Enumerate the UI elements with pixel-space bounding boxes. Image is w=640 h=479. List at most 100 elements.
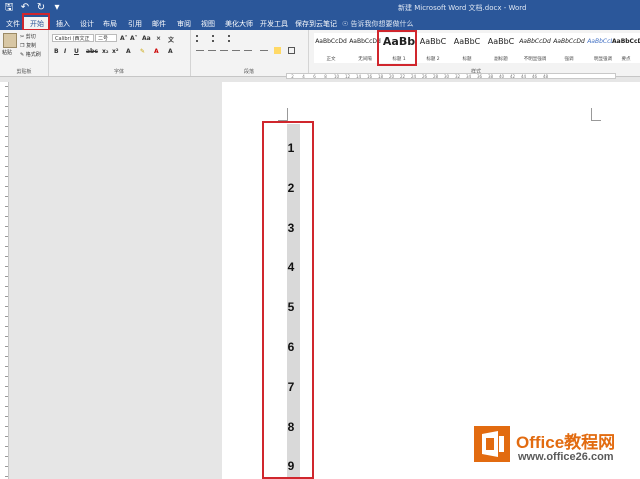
ruler-tick: 2 <box>291 74 294 79</box>
style-heading-2[interactable]: AaBbC 标题 2 <box>416 33 450 63</box>
style-subtitle[interactable]: AaBbC 副标题 <box>484 33 518 63</box>
phonetic-icon[interactable]: 文 <box>168 35 174 44</box>
style-title[interactable]: AaBbC 标题 <box>450 33 484 63</box>
ruler-mark <box>5 156 8 157</box>
ruler-tick: 14 <box>355 74 362 79</box>
style-sample: AaBbCcDd <box>315 38 347 45</box>
ruler-mark <box>5 286 8 287</box>
style-sample: AaBbCcDd <box>612 38 640 45</box>
shading-icon[interactable] <box>274 47 281 54</box>
ruler-mark <box>5 426 8 427</box>
clipboard-group-label: 剪贴板 <box>16 69 32 75</box>
cut-label: 剪切 <box>25 34 36 40</box>
tell-me-search[interactable]: ☉ 告诉我你想要做什么 <box>342 19 414 29</box>
align-center-icon[interactable] <box>208 50 216 51</box>
ruler-tick: 40 <box>498 74 505 79</box>
ruler-mark <box>5 296 8 297</box>
ruler-mark <box>5 256 8 257</box>
tab-insert[interactable]: 插入 <box>56 19 70 29</box>
title-bar: 🖫 ↶ ↻ ▾ 新建 Microsoft Word 文档.docx - Word <box>0 0 640 16</box>
tab-design[interactable]: 设计 <box>80 19 94 29</box>
text-effects-icon[interactable]: A <box>126 48 131 55</box>
underline-icon[interactable]: U <box>74 48 79 55</box>
ruler-mark <box>5 206 8 207</box>
tab-save-cloud[interactable]: 保存到云笔记 <box>295 19 337 29</box>
tab-references[interactable]: 引用 <box>128 19 142 29</box>
italic-icon[interactable]: I <box>64 48 66 55</box>
style-sample: AaBbC <box>487 37 515 46</box>
style-normal[interactable]: AaBbCcDd 正文 <box>314 33 348 63</box>
ruler-mark <box>5 326 8 327</box>
ruler-mark <box>5 356 8 357</box>
ruler-mark <box>5 416 8 417</box>
ruler-mark <box>5 446 8 447</box>
ruler-tick: 28 <box>432 74 439 79</box>
align-left-icon[interactable] <box>196 50 204 51</box>
copy-button[interactable]: ❐ 复制 <box>20 42 36 49</box>
customize-qat-icon[interactable]: ▾ <box>52 2 62 14</box>
highlight-color-icon[interactable]: ✎ <box>140 48 145 55</box>
tab-mailings[interactable]: 邮件 <box>152 19 166 29</box>
tell-me-label: 告诉我你想要做什么 <box>350 20 414 28</box>
paragraph-group: 段落 <box>190 30 309 76</box>
style-name: 强调 <box>564 57 574 62</box>
ruler-tick: 34 <box>465 74 472 79</box>
ribbon-tabs: 文件 开始 插入 设计 布局 引用 邮件 审阅 视图 美化大师 开发工具 保存到… <box>0 16 640 30</box>
borders-icon[interactable] <box>288 47 295 54</box>
grow-font-icon[interactable]: A˄ <box>120 35 128 42</box>
save-icon[interactable]: 🖫 <box>4 2 14 14</box>
font-color-icon[interactable]: A <box>154 48 159 55</box>
bold-icon[interactable]: B <box>54 48 59 55</box>
tab-layout[interactable]: 布局 <box>103 19 117 29</box>
ruler-tick: 46 <box>531 74 538 79</box>
shrink-font-icon[interactable]: A˅ <box>130 35 138 42</box>
tab-review[interactable]: 审阅 <box>177 19 191 29</box>
ruler-tick: 18 <box>377 74 384 79</box>
style-emphasis[interactable]: AaBbCcDd 强调 <box>552 33 586 63</box>
align-right-icon[interactable] <box>220 50 228 51</box>
ruler-tick: 24 <box>410 74 417 79</box>
subscript-icon[interactable]: x₂ <box>102 48 109 55</box>
ruler-tick: 38 <box>487 74 494 79</box>
distribute-icon[interactable] <box>244 50 252 51</box>
clear-format-icon[interactable]: ⨯ <box>156 35 161 42</box>
style-name: 正文 <box>326 57 336 62</box>
copy-icon: ❐ <box>20 43 25 49</box>
tab-file[interactable]: 文件 <box>6 19 20 29</box>
justify-icon[interactable] <box>232 50 240 51</box>
font-size-select[interactable]: 二号 <box>95 34 117 42</box>
line-spacing-icon[interactable] <box>260 50 268 51</box>
ruler-mark <box>5 236 8 237</box>
vertical-ruler[interactable] <box>0 82 9 479</box>
ruler-tick: 30 <box>443 74 450 79</box>
strikethrough-icon[interactable]: abc <box>86 48 98 55</box>
style-strong[interactable]: AaBbCcDd 要点 <box>612 33 640 63</box>
multilevel-icon[interactable] <box>228 35 240 42</box>
horizontal-ruler[interactable]: 2 4 6 8 10 12 14 16 18 20 22 24 26 28 30 32 34 36 38 40 42 44… <box>286 73 616 79</box>
ruler-tick: 26 <box>421 74 428 79</box>
font-group: Calibri (西文正 二号 A˄ A˅ Aa ⨯ 文 B I U abc x… <box>48 30 191 76</box>
ruler-tick: 48 <box>542 74 549 79</box>
font-name-select[interactable]: Calibri (西文正 <box>52 34 94 42</box>
style-subtle-emphasis[interactable]: AaBbCcDd 不明显强调 <box>518 33 552 63</box>
tab-view[interactable]: 视图 <box>201 19 215 29</box>
heading1-highlight <box>377 30 417 66</box>
char-shading-icon[interactable]: A <box>168 48 173 55</box>
ruler-mark <box>5 346 8 347</box>
paste-button[interactable]: 粘贴 <box>2 49 12 56</box>
format-painter-button[interactable]: ✎ 格式刷 <box>20 51 41 58</box>
style-sample: AaBbCcDd <box>553 38 585 45</box>
ruler-mark <box>5 456 8 457</box>
cut-button[interactable]: ✂ 剪切 <box>20 33 36 40</box>
numbering-icon[interactable] <box>212 35 224 42</box>
bullets-icon[interactable] <box>196 35 208 42</box>
number-column-highlight <box>262 121 314 479</box>
change-case-icon[interactable]: Aa <box>142 35 151 42</box>
tab-developer[interactable]: 开发工具 <box>260 19 288 29</box>
ruler-mark <box>5 146 8 147</box>
paste-icon[interactable] <box>3 33 17 48</box>
style-name: 标题 <box>462 57 472 62</box>
tab-meihua[interactable]: 美化大师 <box>225 19 253 29</box>
ruler-mark <box>5 166 8 167</box>
superscript-icon[interactable]: x² <box>112 48 119 55</box>
